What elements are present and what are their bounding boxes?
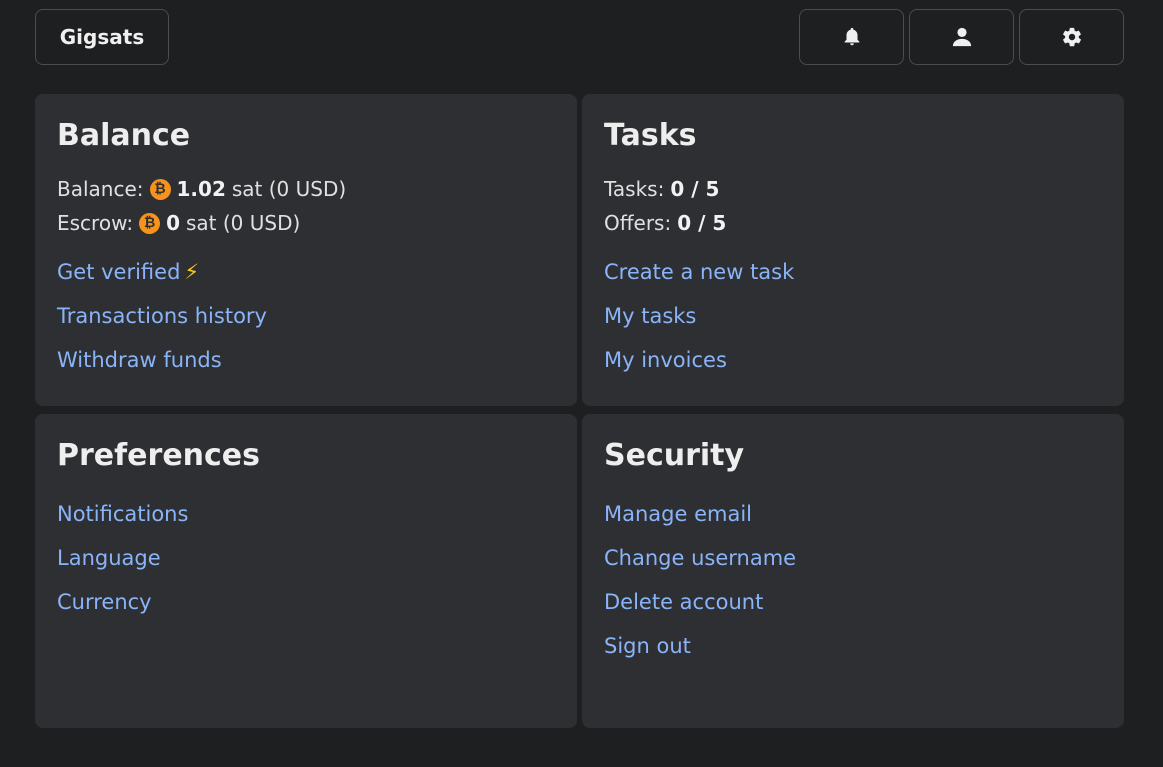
notifications-button[interactable]	[799, 9, 904, 65]
bell-icon	[844, 27, 859, 46]
tasks-links: Create a new task My tasks My invoices	[604, 250, 1102, 382]
notifications-link[interactable]: Notifications	[57, 492, 555, 536]
bitcoin-icon: ₿	[149, 178, 171, 200]
escrow-row: Escrow: ₿ 0 sat (0 USD)	[57, 206, 555, 240]
change-username-link[interactable]: Change username	[604, 536, 1102, 580]
security-links: Manage email Change username Delete acco…	[604, 492, 1102, 668]
my-tasks-link[interactable]: My tasks	[604, 294, 1102, 338]
preferences-card: Preferences Notifications Language Curre…	[35, 414, 577, 728]
sign-out-link[interactable]: Sign out	[604, 624, 1102, 668]
tasks-row: Tasks: 0 / 5	[604, 172, 1102, 206]
tasks-label: Tasks:	[604, 177, 665, 201]
my-invoices-link[interactable]: My invoices	[604, 338, 1102, 382]
tasks-value: 0 / 5	[670, 177, 720, 201]
delete-account-link[interactable]: Delete account	[604, 580, 1102, 624]
bitcoin-icon: ₿	[139, 212, 161, 234]
offers-value: 0 / 5	[677, 211, 727, 235]
escrow-suffix: sat (0 USD)	[186, 211, 301, 235]
escrow-amount: 0	[166, 211, 180, 235]
top-bar: Gigsats	[35, 9, 1124, 65]
balance-title: Balance	[57, 118, 191, 153]
tasks-title: Tasks	[604, 118, 697, 153]
balance-row: Balance: ₿ 1.02 sat (0 USD)	[57, 172, 555, 206]
get-verified-link[interactable]: Get verified ⚡	[57, 250, 555, 294]
security-card: Security Manage email Change username De…	[582, 414, 1124, 728]
balance-label: Balance:	[57, 177, 144, 201]
offers-label: Offers:	[604, 211, 672, 235]
profile-button[interactable]	[909, 9, 1014, 65]
brand-button[interactable]: Gigsats	[35, 9, 169, 65]
preferences-links: Notifications Language Currency	[57, 492, 555, 624]
withdraw-funds-link[interactable]: Withdraw funds	[57, 338, 555, 382]
create-task-link[interactable]: Create a new task	[604, 250, 1102, 294]
tasks-card: Tasks Tasks: 0 / 5 Offers: 0 / 5 Create …	[582, 94, 1124, 406]
manage-email-link[interactable]: Manage email	[604, 492, 1102, 536]
escrow-label: Escrow:	[57, 211, 134, 235]
currency-link[interactable]: Currency	[57, 580, 555, 624]
user-icon	[952, 27, 971, 47]
balance-links: Get verified ⚡ Transactions history With…	[57, 250, 555, 382]
preferences-title: Preferences	[57, 438, 261, 473]
balance-card: Balance Balance: ₿ 1.02 sat (0 USD) Escr…	[35, 94, 577, 406]
offers-row: Offers: 0 / 5	[604, 206, 1102, 240]
language-link[interactable]: Language	[57, 536, 555, 580]
balance-suffix: sat (0 USD)	[231, 177, 347, 201]
get-verified-label: Get verified	[57, 260, 181, 284]
settings-button[interactable]	[1019, 9, 1124, 65]
lightning-icon: ⚡	[184, 260, 200, 284]
balance-amount: 1.02	[176, 177, 226, 201]
gear-icon	[1062, 27, 1081, 47]
security-title: Security	[604, 438, 745, 473]
transactions-history-link[interactable]: Transactions history	[57, 294, 555, 338]
